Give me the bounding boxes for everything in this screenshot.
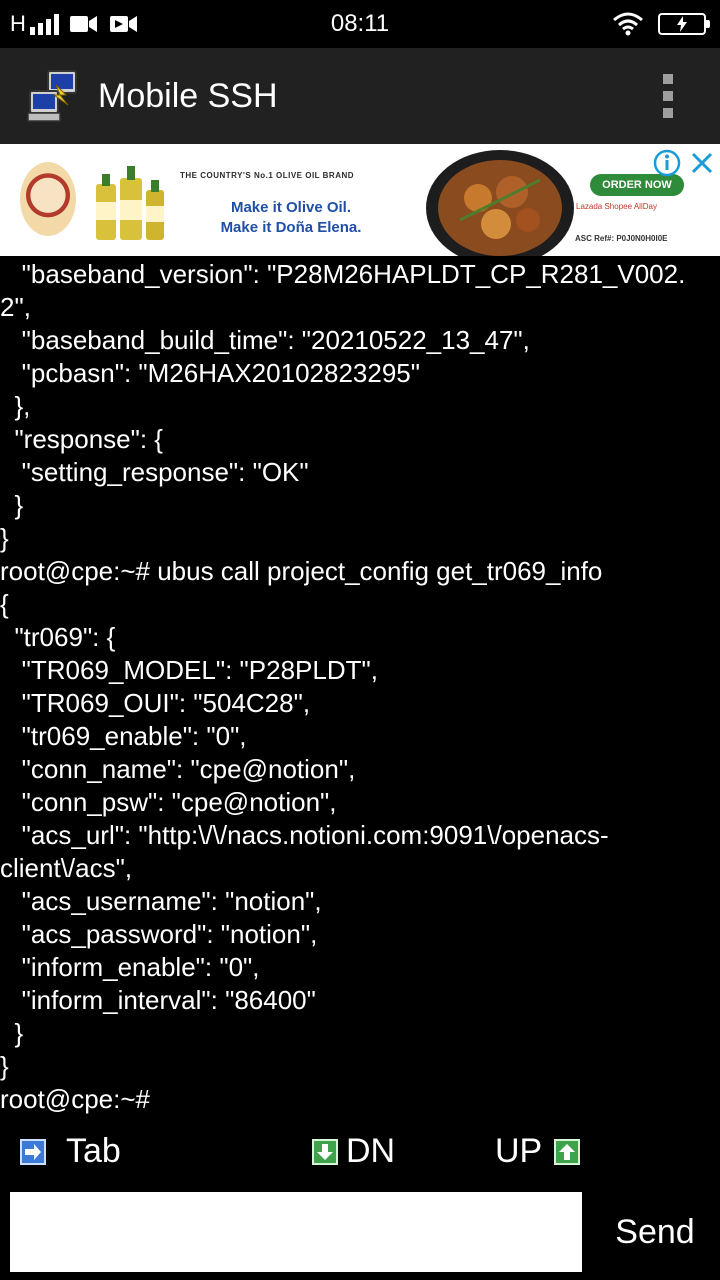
terminal-line: "acs_password": "notion", bbox=[0, 919, 318, 949]
terminal-line: "acs_url": "http:\/\/nacs.notioni.com:90… bbox=[0, 820, 609, 850]
terminal-line: "inform_interval": "86400" bbox=[0, 985, 316, 1015]
ad-reference: ASC Ref#: P0J0N0H0I0E bbox=[575, 234, 668, 243]
terminal-line: "TR069_OUI": "504C28", bbox=[0, 688, 311, 718]
info-icon[interactable] bbox=[652, 148, 682, 178]
overflow-menu-button[interactable] bbox=[656, 74, 680, 118]
status-right bbox=[612, 8, 710, 40]
terminal-line: "tr069": { bbox=[0, 622, 116, 652]
down-key-label: DN bbox=[346, 1132, 396, 1170]
special-keys-bar: Tab DN UP bbox=[0, 1126, 720, 1182]
olive-oil-bottles-image bbox=[96, 166, 164, 240]
app-bar: Mobile SSH bbox=[0, 48, 720, 144]
terminal-line: { bbox=[0, 589, 9, 619]
tab-arrow-icon bbox=[20, 1138, 46, 1165]
terminal-line: "conn_name": "cpe@notion", bbox=[0, 754, 356, 784]
close-icon[interactable] bbox=[688, 148, 716, 178]
terminal-line: } bbox=[0, 490, 24, 520]
terminal-line: root@cpe:~# ubus call project_config get… bbox=[0, 556, 603, 586]
terminal-line: "baseband_build_time": "20210522_13_47", bbox=[0, 325, 530, 355]
terminal-line: "inform_enable": "0", bbox=[0, 952, 260, 982]
ad-brand-logo bbox=[20, 162, 76, 236]
menu-dot-icon bbox=[663, 74, 673, 84]
terminal-prompt: root@cpe:~# bbox=[0, 1084, 150, 1114]
terminal-line: } bbox=[0, 523, 9, 553]
terminal-line: "tr069_enable": "0", bbox=[0, 721, 247, 751]
charging-bolt-icon bbox=[677, 16, 687, 32]
terminal-line: } bbox=[0, 1018, 24, 1048]
down-key-button[interactable]: DN bbox=[312, 1132, 395, 1171]
terminal-line: }, bbox=[0, 391, 31, 421]
terminal-line: "TR069_MODEL": "P28PLDT", bbox=[0, 655, 378, 685]
ad-banner[interactable]: THE COUNTRY'S No.1 OLIVE OIL BRAND Make … bbox=[0, 144, 720, 256]
up-key-button[interactable]: UP bbox=[495, 1132, 581, 1171]
terminal-line: 2", bbox=[0, 292, 31, 322]
command-input[interactable] bbox=[10, 1192, 582, 1272]
ad-shops: Lazada Shopee AllDay bbox=[576, 202, 657, 211]
tab-key-label: Tab bbox=[66, 1132, 121, 1170]
status-bar: H 08:11 bbox=[0, 0, 720, 48]
command-input-row: Send bbox=[0, 1182, 720, 1280]
menu-dot-icon bbox=[663, 91, 673, 101]
arrow-up-icon bbox=[554, 1138, 581, 1165]
terminal-line: } bbox=[0, 1051, 9, 1081]
terminal-line: client\/acs", bbox=[0, 853, 133, 883]
ad-slogan-line: Make it Olive Oil. bbox=[230, 199, 352, 216]
terminal-line: "response": { bbox=[0, 424, 163, 454]
terminal-line: "conn_psw": "cpe@notion", bbox=[0, 787, 337, 817]
terminal-line: "acs_username": "notion", bbox=[0, 886, 322, 916]
putty-computer-icon bbox=[27, 70, 77, 122]
ad-slogan-line: Make it Doña Elena. bbox=[220, 219, 362, 236]
food-dish-image bbox=[426, 150, 574, 256]
up-key-label: UP bbox=[495, 1132, 543, 1170]
terminal-line: "pcbasn": "M26HAX20102823295" bbox=[0, 358, 420, 388]
send-button[interactable]: Send bbox=[600, 1192, 710, 1272]
arrow-down-icon bbox=[312, 1138, 338, 1165]
wifi-icon bbox=[613, 12, 643, 36]
app-title: Mobile SSH bbox=[98, 76, 278, 115]
terminal-line: "setting_response": "OK" bbox=[0, 457, 309, 487]
terminal-output[interactable]: "baseband_version": "P28M26HAPLDT_CP_R28… bbox=[0, 258, 720, 1124]
terminal-line: "baseband_version": "P28M26HAPLDT_CP_R28… bbox=[0, 259, 686, 289]
ad-slogan: Make it Olive Oil. Make it Doña Elena. bbox=[196, 198, 386, 238]
tab-key-button[interactable]: Tab bbox=[20, 1132, 121, 1171]
battery-icon bbox=[658, 13, 710, 35]
menu-dot-icon bbox=[663, 108, 673, 118]
ad-topline: THE COUNTRY'S No.1 OLIVE OIL BRAND bbox=[180, 171, 355, 180]
